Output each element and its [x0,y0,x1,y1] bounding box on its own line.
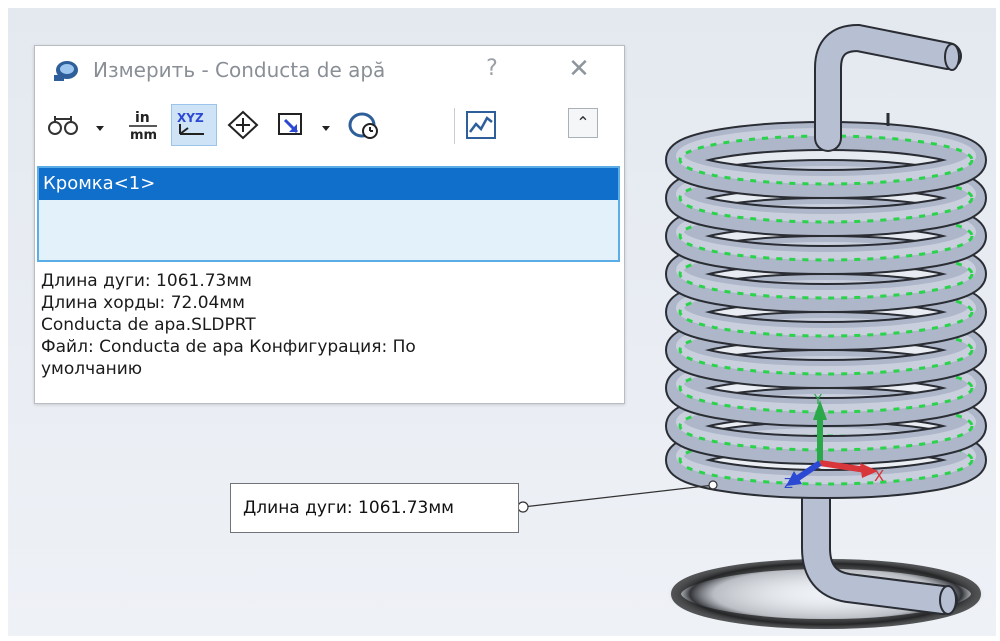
chevron-down-icon[interactable] [95,118,105,131]
coil-turns [665,121,987,499]
arc-length-result: Длина дуги: 1061.73мм [41,271,253,291]
create-sensor-button[interactable] [461,104,501,146]
triad-y-label: Y [813,393,822,408]
measurement-history-icon [346,109,380,141]
file-configuration-info: Файл: Conducta de apa Конфигурация: По у… [41,337,416,379]
create-sensor-icon [465,110,497,140]
bottom-tube [801,468,958,615]
show-xyz-measurements-button[interactable]: XYZ [171,104,217,146]
units-label-bottom: mm [130,128,157,143]
help-button[interactable]: ? [477,54,507,84]
measure-dialog[interactable]: Измерить - Conducta de apă ? ✕ in mm XYZ [34,45,625,404]
callout-leader [517,480,718,513]
selection-item[interactable]: Кромка<1> [39,168,618,200]
triad-x-label: X [874,467,884,485]
dialog-titlebar[interactable]: Измерить - Conducta de apă ? ✕ [35,46,624,94]
units-label-top: in [135,110,150,126]
selection-list[interactable]: Кромка<1> [37,166,620,262]
chord-length-result: Длина хорды: 72.04мм [41,293,246,313]
projection-button[interactable] [271,104,311,146]
point-to-point-icon [227,110,259,140]
triad-z-label: Z [784,477,793,492]
measure-toolbar: in mm XYZ ⌃ [35,100,624,156]
xyz-label: XYZ [177,111,204,125]
chevron-down-icon[interactable] [321,118,331,131]
close-button[interactable]: ✕ [563,54,595,84]
dialog-title: Измерить - Conducta de apă [93,58,386,82]
show-xyz-measurements-icon: XYZ [174,109,214,141]
point-to-point-button[interactable] [223,104,263,146]
callout-text: Длина дуги: 1061.73мм [243,498,455,518]
units-precision-icon: in mm [126,107,160,143]
measure-arc-circle-icon [46,113,80,137]
collapse-button[interactable]: ⌃ [568,108,598,138]
toolbar-separator [454,108,455,144]
results-panel: Длина дуги: 1061.73мм Длина хорды: 72.04… [41,270,616,380]
projection-on-icon [275,110,307,140]
measurement-callout[interactable]: Длина дуги: 1061.73мм [230,483,519,533]
part-file-name: Conducta de apa.SLDPRT [41,315,256,335]
measure-tool-icon [52,59,80,83]
units-precision-button[interactable]: in mm [123,104,163,146]
measurement-history-button[interactable] [343,104,383,146]
arc-circle-measurement-button[interactable] [43,104,83,146]
